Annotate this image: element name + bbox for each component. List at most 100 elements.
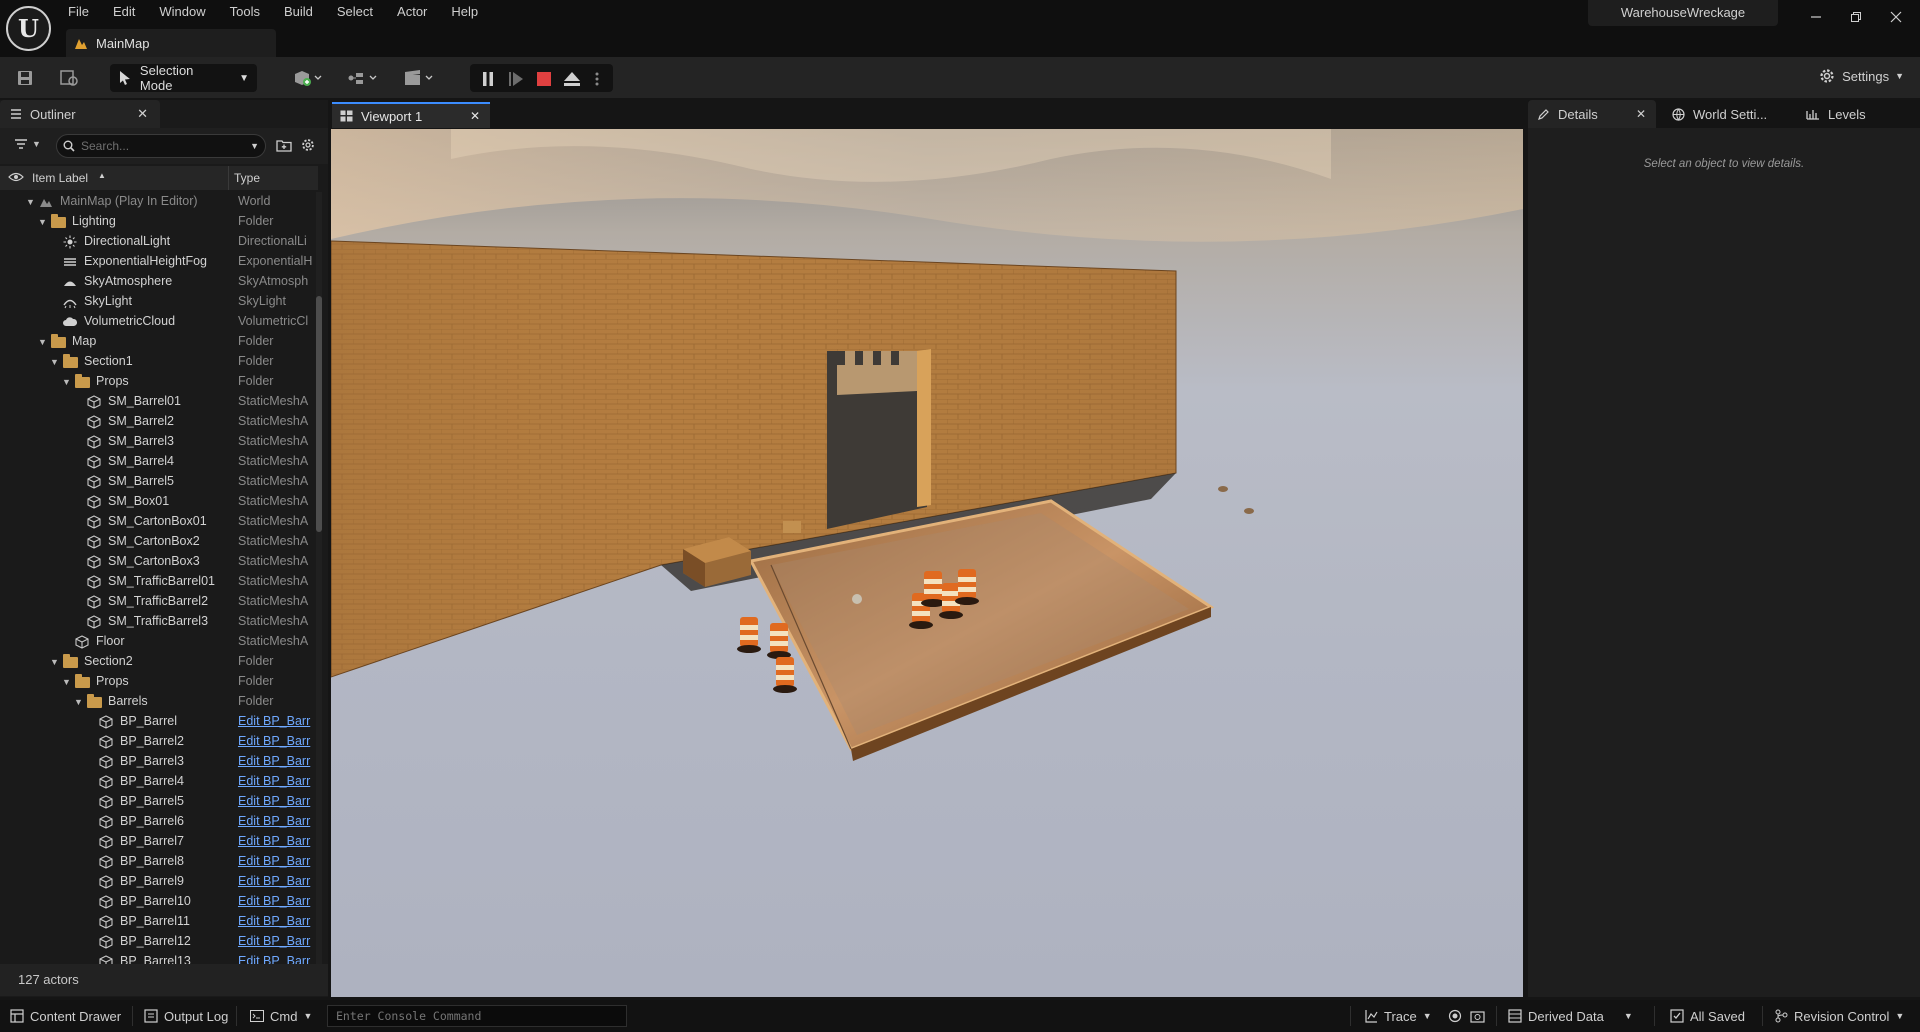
column-item-label[interactable]: Item Label [32, 171, 88, 185]
table-row[interactable]: BP_Barrel4 Edit BP_Barr [0, 772, 314, 792]
table-row[interactable]: BP_Barrel2 Edit BP_Barr [0, 732, 314, 752]
edit-blueprint-link[interactable]: Edit BP_Barr [238, 874, 312, 888]
menu-edit[interactable]: Edit [101, 0, 147, 24]
filter-icon[interactable]: ▼ [14, 138, 41, 150]
tab-details[interactable]: Details ✕ [1528, 100, 1656, 128]
scrollbar-thumb[interactable] [316, 296, 322, 532]
all-saved-button[interactable]: All Saved [1670, 1000, 1745, 1032]
table-row[interactable]: BP_Barrel11 Edit BP_Barr [0, 912, 314, 932]
table-row[interactable]: SM_Barrel2 StaticMeshA [0, 412, 314, 432]
table-row[interactable]: BP_Barrel3 Edit BP_Barr [0, 752, 314, 772]
table-row[interactable]: BP_Barrel9 Edit BP_Barr [0, 872, 314, 892]
expand-arrow-icon[interactable]: ▼ [74, 695, 84, 709]
pause-icon[interactable] [476, 66, 500, 92]
table-row[interactable]: SM_CartonBox2 StaticMeshA [0, 532, 314, 552]
table-row[interactable]: SM_Barrel3 StaticMeshA [0, 432, 314, 452]
map-tab[interactable]: MainMap [66, 29, 276, 57]
restore-icon[interactable] [1836, 0, 1876, 34]
eject-icon[interactable] [560, 66, 584, 92]
output-log-button[interactable]: Output Log [144, 1000, 228, 1032]
close-icon[interactable]: ✕ [137, 106, 148, 122]
outliner-scrollbar[interactable] [316, 192, 322, 964]
table-row[interactable]: BP_Barrel8 Edit BP_Barr [0, 852, 314, 872]
console-command-input[interactable] [327, 1005, 627, 1027]
unreal-logo-icon[interactable]: U [6, 6, 51, 51]
blueprint-icon[interactable] [342, 65, 382, 91]
table-row[interactable]: SM_Barrel5 StaticMeshA [0, 472, 314, 492]
menu-actor[interactable]: Actor [385, 0, 439, 24]
menu-file[interactable]: File [56, 0, 101, 24]
table-row[interactable]: DirectionalLight DirectionalLi [0, 232, 314, 252]
edit-blueprint-link[interactable]: Edit BP_Barr [238, 914, 312, 928]
edit-blueprint-link[interactable]: Edit BP_Barr [238, 714, 312, 728]
tree-folder-row[interactable]: ▼ Section2 Folder [0, 652, 314, 672]
edit-blueprint-link[interactable]: Edit BP_Barr [238, 774, 312, 788]
tree-folder-row[interactable]: ▼ Barrels Folder [0, 692, 314, 712]
expand-arrow-icon[interactable]: ▼ [38, 215, 48, 229]
table-row[interactable]: BP_Barrel7 Edit BP_Barr [0, 832, 314, 852]
column-type[interactable]: Type [234, 171, 260, 185]
edit-blueprint-link[interactable]: Edit BP_Barr [238, 814, 312, 828]
trace-dropdown[interactable]: Trace ▼ [1364, 1000, 1432, 1032]
expand-arrow-icon[interactable]: ▼ [62, 675, 72, 689]
table-row[interactable]: SM_TrafficBarrel3 StaticMeshA [0, 612, 314, 632]
menu-window[interactable]: Window [147, 0, 217, 24]
table-row[interactable]: BP_Barrel10 Edit BP_Barr [0, 892, 314, 912]
close-window-icon[interactable] [1876, 0, 1916, 34]
more-options-icon[interactable] [588, 66, 606, 92]
tab-outliner[interactable]: Outliner ✕ [0, 100, 160, 128]
tab-world-settings[interactable]: World Setti... [1662, 100, 1792, 128]
edit-blueprint-link[interactable]: Edit BP_Barr [238, 754, 312, 768]
table-row[interactable]: Floor StaticMeshA [0, 632, 314, 652]
tab-levels[interactable]: Levels [1796, 100, 1906, 128]
save-icon[interactable] [12, 65, 38, 91]
close-icon[interactable]: ✕ [470, 109, 480, 123]
gear-icon[interactable] [300, 137, 316, 156]
add-actor-icon[interactable] [287, 65, 327, 91]
tree-folder-row[interactable]: ▼ Section1 Folder [0, 352, 314, 372]
record-icon[interactable] [1448, 1000, 1462, 1032]
expand-arrow-icon[interactable]: ▼ [50, 655, 60, 669]
table-row[interactable]: SM_Barrel4 StaticMeshA [0, 452, 314, 472]
table-row[interactable]: ExponentialHeightFog ExponentialH [0, 252, 314, 272]
table-row[interactable]: SM_Barrel01 StaticMeshA [0, 392, 314, 412]
column-divider[interactable] [228, 166, 229, 190]
expand-arrow-icon[interactable]: ▼ [38, 335, 48, 349]
tree-folder-row[interactable]: ▼ Props Folder [0, 672, 314, 692]
content-drawer-button[interactable]: Content Drawer [10, 1000, 121, 1032]
table-row[interactable]: SM_TrafficBarrel01 StaticMeshA [0, 572, 314, 592]
edit-blueprint-link[interactable]: Edit BP_Barr [238, 834, 312, 848]
tree-folder-row[interactable]: ▼ Props Folder [0, 372, 314, 392]
edit-blueprint-link[interactable]: Edit BP_Barr [238, 794, 312, 808]
cmd-dropdown[interactable]: Cmd ▼ [250, 1000, 312, 1032]
edit-blueprint-link[interactable]: Edit BP_Barr [238, 934, 312, 948]
selection-mode-dropdown[interactable]: Selection Mode ▼ [110, 63, 257, 93]
search-input[interactable]: Search... ▼ [56, 134, 266, 158]
table-row[interactable]: SkyLight SkyLight [0, 292, 314, 312]
table-row[interactable]: BP_Barrel Edit BP_Barr [0, 712, 314, 732]
tree-folder-row[interactable]: ▼ Map Folder [0, 332, 314, 352]
level-viewport[interactable] [331, 129, 1523, 997]
table-row[interactable]: SM_TrafficBarrel2 StaticMeshA [0, 592, 314, 612]
table-row[interactable]: BP_Barrel5 Edit BP_Barr [0, 792, 314, 812]
edit-blueprint-link[interactable]: Edit BP_Barr [238, 894, 312, 908]
menu-select[interactable]: Select [325, 0, 385, 24]
table-row[interactable]: SM_Box01 StaticMeshA [0, 492, 314, 512]
menu-tools[interactable]: Tools [218, 0, 272, 24]
edit-blueprint-link[interactable]: Edit BP_Barr [238, 954, 312, 964]
revision-control-dropdown[interactable]: Revision Control ▼ [1774, 1000, 1904, 1032]
table-row[interactable]: SM_CartonBox3 StaticMeshA [0, 552, 314, 572]
cinematics-icon[interactable] [398, 65, 438, 91]
browse-content-icon[interactable] [56, 65, 82, 91]
add-folder-icon[interactable] [276, 138, 292, 155]
visibility-eye-icon[interactable] [8, 171, 24, 186]
minimize-icon[interactable] [1796, 0, 1836, 34]
tab-viewport[interactable]: Viewport 1 ✕ [332, 102, 490, 128]
close-icon[interactable]: ✕ [1636, 107, 1646, 121]
settings-button[interactable]: Settings ▼ [1818, 67, 1904, 85]
table-row[interactable]: BP_Barrel13 Edit BP_Barr [0, 952, 314, 964]
table-row[interactable]: ▼ MainMap (Play In Editor) World [0, 192, 314, 212]
menu-help[interactable]: Help [439, 0, 490, 24]
edit-blueprint-link[interactable]: Edit BP_Barr [238, 854, 312, 868]
tree-folder-row[interactable]: ▼ Lighting Folder [0, 212, 314, 232]
